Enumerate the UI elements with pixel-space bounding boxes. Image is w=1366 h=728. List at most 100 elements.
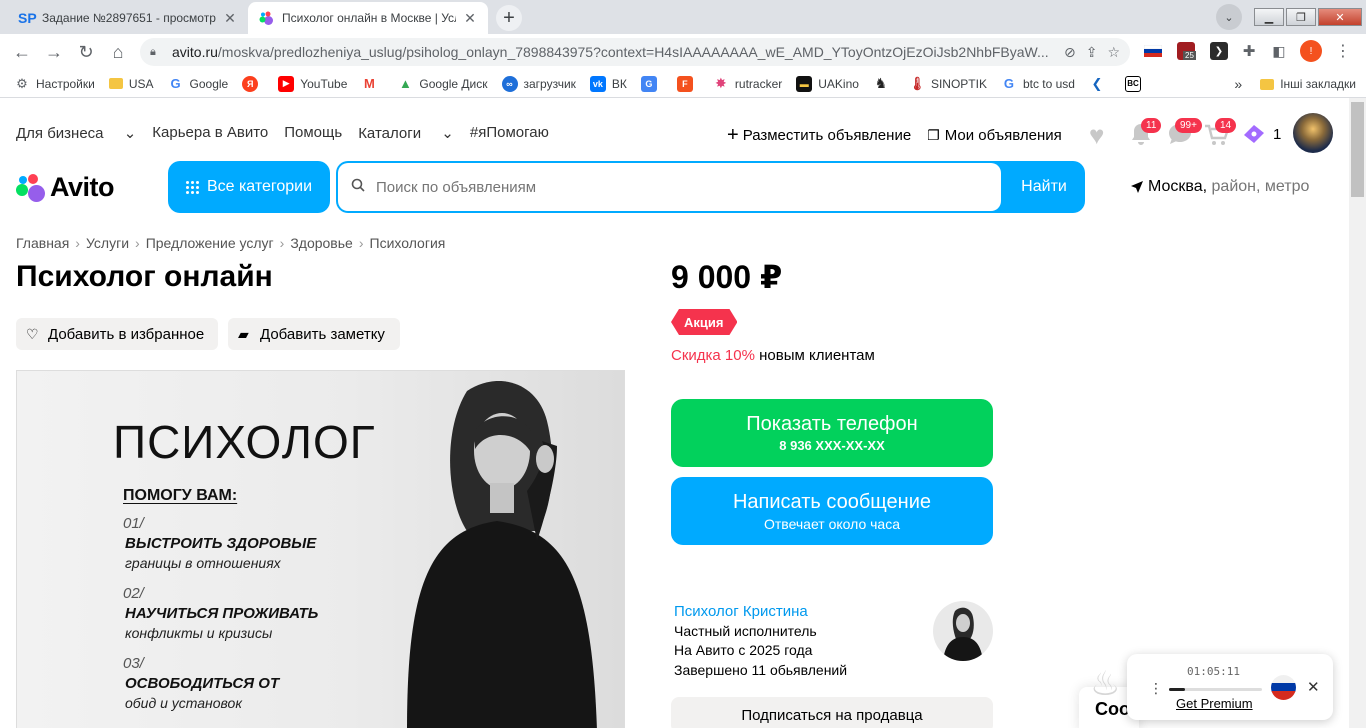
bookmark-yandex[interactable]: Я [242,75,264,92]
bookmark-sinoptik[interactable]: 🌡︎ SINOPTIK [909,76,987,92]
chrome-menu-icon[interactable]: ⋮ [1334,42,1352,60]
location-selector[interactable]: Москва, район, метро [1130,178,1309,196]
seller-since: На Авито с 2025 года [674,642,813,658]
breadcrumb-services[interactable]: Услуги [86,235,129,251]
user-avatar[interactable] [1293,113,1333,153]
address-bar[interactable]: 🔒︎ avito.ru /moskva/predlozheniya_uslug/… [140,38,1130,66]
profile-alert-icon[interactable]: ! [1300,40,1322,62]
search-input[interactable] [338,163,1001,211]
discount-text: Скидка 10% новым клиентам [671,347,875,364]
bookmark-settings[interactable]: ⚙ Настройки [14,76,95,92]
bookmark-arrow[interactable]: ❮ [1089,76,1111,92]
seller-avatar[interactable] [933,601,993,661]
bookmark-youtube[interactable]: ▶ YouTube [278,75,347,92]
all-categories-button[interactable]: Все категории [168,161,330,213]
bookmarks-overflow-button[interactable]: » [1234,76,1242,92]
side-panel-icon[interactable]: ◧ [1270,42,1288,60]
bookmark-usa[interactable]: USA [108,77,154,91]
nav-help[interactable]: Помощь [284,124,342,142]
close-window-button[interactable]: ✕ [1318,8,1362,26]
search-icon [351,178,365,192]
russian-flag-icon[interactable] [1271,675,1296,700]
minimize-button[interactable]: ▁ [1254,8,1284,26]
reply-time: Отвечает около часа [763,515,901,532]
price: 9 000 ₽ [671,259,783,295]
yandex-icon: Я [242,75,259,92]
breadcrumb-psychology[interactable]: Психология [370,235,446,251]
favorites-heart-icon[interactable]: ♥ [1089,120,1104,151]
listing-photo[interactable]: ПСИХОЛОГ ПОМОГУ ВАМ: 01/ ВЫСТРОИТЬ ЗДОРО… [16,370,625,728]
promo-badge: Акция [671,309,737,335]
maximize-button[interactable]: ❐ [1286,8,1316,26]
bookmark-label: ВК [611,76,627,91]
show-phone-button[interactable]: Показать телефон 8 936 XXX-XX-XX [671,399,993,467]
close-icon[interactable]: ✕ [1307,678,1320,696]
get-premium-link[interactable]: Get Premium [1176,696,1253,711]
breadcrumb-health[interactable]: Здоровье [290,235,353,251]
bookmark-vk[interactable]: vk ВК [589,75,627,92]
nav-career[interactable]: Карьера в Авито [152,124,268,142]
subscribe-button[interactable]: Подписаться на продавца [671,697,993,728]
kebab-menu-icon[interactable]: ⋮ [1149,680,1163,697]
add-favorite-button[interactable]: ♡ Добавить в избранное [16,318,218,350]
url-host: avito.ru [172,44,218,60]
avito-logo[interactable]: Avito [16,172,115,203]
promo-ticket-icon[interactable] [1240,121,1268,147]
bookmark-chess[interactable]: ♞ [873,75,895,92]
gmail-icon: M [363,76,375,91]
post-ad-link[interactable]: + Разместить объявление [727,124,911,147]
close-tab-icon[interactable]: ✕ [462,10,478,27]
bookmark-rutracker[interactable]: ✸ rutracker [713,75,782,92]
youtube-icon: ▶ [278,75,295,92]
share-icon[interactable]: ⇪ [1086,44,1098,61]
uakino-icon: ▬ [796,75,813,92]
grid-dots-icon [185,180,199,194]
bookmark-downloader[interactable]: ∞ загрузчик [501,75,576,92]
vk-icon: vk [589,75,606,92]
bookmark-google[interactable]: G Google [168,76,228,92]
nav-ya-pomogayu[interactable]: #яПомогаю [470,124,549,142]
bookmark-star-icon[interactable]: ☆ [1107,44,1120,61]
extensions-puzzle-icon[interactable]: ✚ [1240,42,1258,60]
russian-flag-extension-icon[interactable] [1144,42,1162,60]
bookmark-uakino[interactable]: ▬ UAKino [796,75,859,92]
bookmark-bc[interactable]: BC [1124,75,1147,92]
plus-icon: + [727,124,739,146]
bookmark-btc-to-usd[interactable]: Gbtc to usd [1001,76,1075,92]
forward-icon[interactable]: → [42,40,66,64]
bookmark-f[interactable]: F [676,75,699,92]
promo-count: 1 [1273,126,1282,143]
dark-extension-icon[interactable]: ❯ [1210,42,1228,60]
browser-tab-task[interactable]: SP Задание №2897651 - просмотр ✕ [8,2,248,34]
browser-tab-avito[interactable]: Психолог онлайн в Москве | Усл ✕ [248,2,488,34]
write-message-button[interactable]: Написать сообщение Отвечает около часа [671,477,993,545]
home-icon[interactable]: ⌂ [106,40,130,64]
bookmark-google-drive[interactable]: ▲ Google Диск [397,76,488,92]
ublock-extension-icon[interactable]: 25 [1177,42,1196,60]
breadcrumb-home[interactable]: Главная [16,235,69,251]
nav-catalogs[interactable]: Каталоги ⌄ [358,124,454,142]
seller-name-link[interactable]: Психолог Кристина [674,602,847,622]
add-note-button[interactable]: ▰ Добавить заметку [228,318,400,350]
blocked-popup-icon[interactable]: ⊘ [1064,44,1076,61]
other-bookmarks[interactable]: Інші закладки [1280,77,1356,91]
my-ads-link[interactable]: ❐ Мои объявления [927,127,1062,144]
page-scrollbar-thumb[interactable] [1351,102,1364,197]
folder-icon [108,78,123,89]
bookmark-translate[interactable]: G [640,75,663,92]
sp-favicon-icon: SP [18,10,37,26]
tab-search-icon[interactable]: ⌄ [1216,4,1242,30]
breadcrumb-service-offers[interactable]: Предложение услуг [146,235,274,251]
bookmark-gmail[interactable]: M [361,76,383,92]
write-message-label: Написать сообщение [732,490,931,513]
bookmark-label: загрузчик [523,76,576,91]
player-progress-bar[interactable] [1169,688,1262,691]
new-tab-button[interactable]: + [496,5,522,31]
reload-icon[interactable]: ↻ [74,40,98,64]
nav-for-business[interactable]: Для бизнеса ⌄ [16,124,136,142]
bookmark-label: SINOPTIK [930,76,987,91]
back-icon[interactable]: ← [10,40,34,64]
close-tab-icon[interactable]: ✕ [222,10,238,27]
photo-item-line2: конфликты и кризисы [125,625,273,641]
find-button[interactable]: Найти [1003,161,1085,213]
